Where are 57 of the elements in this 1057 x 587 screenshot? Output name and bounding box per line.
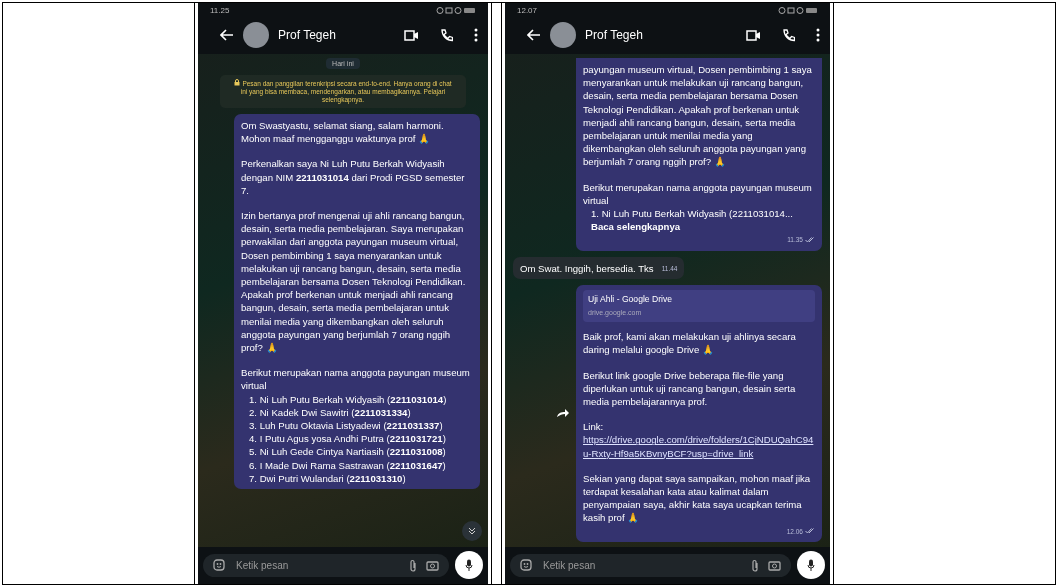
emoji-icon[interactable]: [520, 559, 532, 571]
microphone-button[interactable]: [797, 551, 825, 579]
status-icons: [778, 7, 818, 14]
attach-icon[interactable]: [751, 558, 759, 572]
list-item: 4. I Putu Agus yosa Andhi Putra (2211031721): [248, 432, 447, 446]
list-item: 5. Ni Luh Gede Cintya Nartiasih (2211031008): [248, 445, 447, 459]
message-text: Sekian yang dapat saya sampaikan, mohon maaf jika terdapat kesalahan kata atau kalimat dalam penyampaian saya, akhir kata saya ucapkan terima kasih prof 🙏: [583, 471, 812, 525]
contact-name[interactable]: Prof Tegeh: [278, 28, 383, 42]
back-icon[interactable]: [527, 29, 541, 41]
message-text: payungan museum virtual, Dosen pembimbing 1 saya menyarankan untuk melakukan uji rancang bangun, desain, serta media pembelajaran bersama Dosen Teknologi Pendidikan. Apakah prof berkenan untuk menjadi ahli rancang bangun, desain, serta media pembelajaran untuk menilai media yang dikembangkan oleh seluruh anggota payungan yang berjumlah 7 orang nggih prof? 🙏: [583, 63, 813, 169]
message-text: Berikut merupakan nama anggota payungan museum virtual: [241, 366, 471, 393]
link-label: Link:: [583, 420, 605, 434]
message-text: Baik prof, kami akan melakukan uji ahlinya secara daring melalui google Drive 🙏: [583, 330, 797, 357]
avatar[interactable]: [243, 22, 269, 48]
scroll-down-button[interactable]: [462, 521, 482, 541]
camera-icon[interactable]: [426, 559, 439, 571]
status-icons: [436, 7, 476, 14]
camera-icon[interactable]: [768, 559, 781, 571]
phone-call-icon[interactable]: [782, 28, 795, 42]
message-text: Om Swat. Inggih, bersedia. Tks: [520, 261, 654, 275]
message-text: Berikut link google Drive beberapa file-file yang diperlukan untuk uji rancang bangun, desain serta media pembelajarannya prof.: [583, 368, 797, 409]
avatar[interactable]: [550, 22, 576, 48]
message-text: Perkenalkan saya Ni Luh Putu Berkah Widyasih dengan NIM 2211031014 dari Prodi PGSD semester 7.: [241, 157, 466, 197]
microphone-button[interactable]: [455, 551, 483, 579]
back-icon[interactable]: [220, 29, 234, 41]
list-item: 2. Ni Kadek Dwi Sawitri (2211031334): [248, 405, 412, 420]
more-options-icon[interactable]: [816, 28, 820, 42]
double-check-icon: [805, 237, 815, 244]
contact-name[interactable]: Prof Tegeh: [585, 28, 725, 42]
emoji-icon[interactable]: [213, 559, 225, 571]
message-bar[interactable]: Ketik pesan: [510, 553, 791, 577]
list-item: 7. Dwi Putri Wulandari (2211031310): [248, 471, 407, 486]
video-call-icon[interactable]: [746, 29, 761, 41]
forward-icon[interactable]: [556, 408, 570, 419]
drive-link[interactable]: https://drive.google.com/drive/folders/1CjNDUQahC94u-Rxty-Hf9a5KBvnyBCF?usp=drive_link: [583, 433, 815, 460]
message-text: Izin bertanya prof mengenai uji ahli rancang bangun, desain, serta media pembelajaran. Saya merupakan perwakilan dari anggota payungan museum virtual, Dosen pembimbing 1 saya menyarankan untuk melakukan uji rancang bangun, desain, serta media pembelajaran bersama Dosen Teknologi Pendidikan. Apakah prof berkenan untuk menjadi ahli rancang bangun, desain, serta media pembelajaran untuk menilai media yang dikembangkan oleh seluruh anggota payungan yang berjumlah 7 orang nggih prof? 🙏: [241, 209, 467, 355]
message-text: Berikut merupakan nama anggota payungan museum virtual: [583, 180, 813, 208]
list-item: 1. Ni Luh Putu Berkah Widyasih (2211031014): [248, 392, 448, 406]
list-item: 1. Ni Luh Putu Berkah Widyasih (2211031014... Baca selengkapnya: [590, 207, 794, 234]
more-options-icon[interactable]: [474, 28, 478, 42]
status-time: 11.25: [210, 6, 230, 15]
microphone-icon: [465, 559, 473, 571]
lock-icon: [234, 79, 241, 86]
list-item: 3. Luh Putu Oktavia Listyadewi (2211031337): [248, 419, 444, 433]
microphone-icon: [807, 559, 815, 571]
chevrons-down-icon: [468, 527, 476, 535]
video-call-icon[interactable]: [404, 29, 419, 41]
status-time: 12.07: [517, 6, 538, 15]
list-item: 6. I Made Dwi Rama Sastrawan (2211031647): [248, 458, 447, 472]
message-input[interactable]: Ketik pesan: [234, 558, 400, 572]
message-bar[interactable]: Ketik pesan: [203, 553, 449, 577]
double-check-icon: [805, 528, 815, 535]
attach-icon[interactable]: [409, 558, 417, 572]
message-text: Om Swastyastu, selamat siang, salam harmoni. Mohon maaf mengganggu waktunya prof 🙏: [241, 119, 445, 146]
phone-call-icon[interactable]: [440, 28, 453, 42]
message-input[interactable]: Ketik pesan: [541, 558, 742, 572]
preview-title: Uji Ahli - Google Drive: [588, 292, 674, 306]
